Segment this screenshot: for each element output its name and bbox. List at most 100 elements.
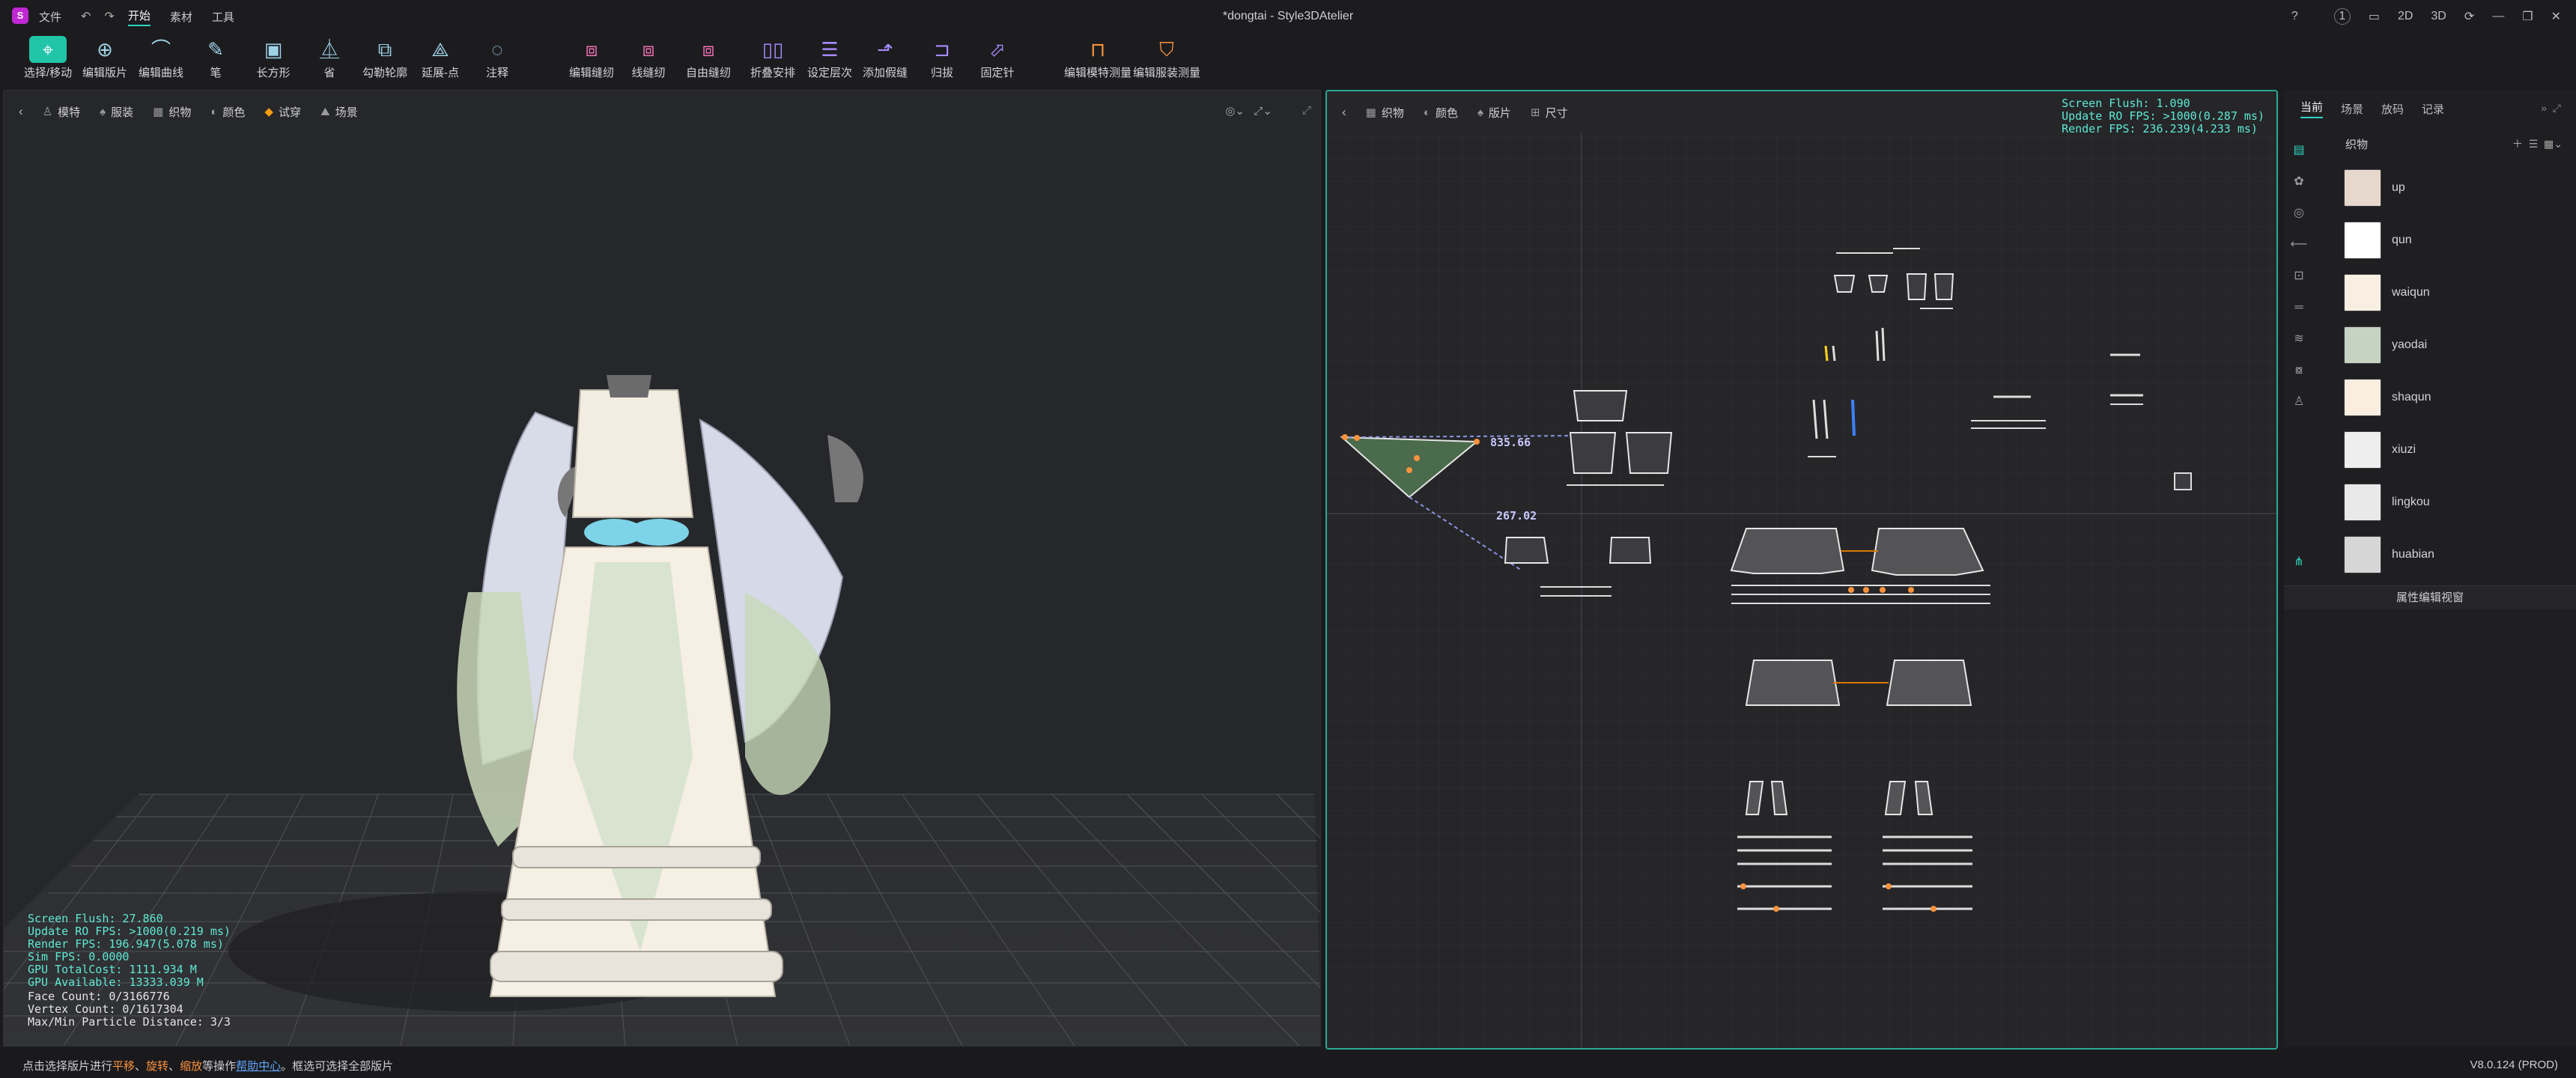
tab-current[interactable]: 当前 <box>2300 99 2324 118</box>
tool-edit-pattern[interactable]: ⊕ 编辑版片 <box>75 33 135 82</box>
status-bar: 点击选择版片进行 平移、旋转、缩放 等操作 帮助中心 。框选可选择全部版片 <box>0 1053 2576 1078</box>
notification-badge[interactable]: 1 <box>2316 8 2351 25</box>
line-sewing-icon: ⧈ <box>642 38 655 61</box>
mesh-stats-3d: Face Count: 0/3166776 Vertex Count: 0/16… <box>28 990 231 1029</box>
set-layer-icon: ☰ <box>821 38 839 61</box>
rectangle-icon: ▣ <box>264 38 283 61</box>
list-item[interactable]: huabian <box>2344 529 2569 581</box>
tool-trace-outline[interactable]: ⧉ 勾勒轮廓 <box>355 33 415 82</box>
help-icon[interactable]: ? <box>2291 10 2298 23</box>
help-center-link[interactable]: 帮助中心 <box>236 1058 281 1074</box>
refresh-icon[interactable]: ⟳ <box>2464 9 2474 24</box>
menu-bar: 文件 ↶ ↷ 开始 素材 工具 <box>39 0 254 33</box>
fabric-swatch <box>2344 274 2381 311</box>
fabric-swatch <box>2344 431 2381 469</box>
side-panel: 当前 场景 放码 记录 » ⤢ ▤ ✿ ◎ ⟵ ⊡ ═ ≋ ⧇ ♙ 织物 ＋ ☰… <box>2284 90 2576 1047</box>
viewport-3d[interactable]: ‹ ♙模特 ♠服装 ▦织物 ◐颜色 ◆试穿 ⛰场景 ◎⌄ ⤢⌄ ⤢ <box>3 90 1321 1047</box>
version-label: V8.0.124 (PROD) <box>2470 1059 2558 1071</box>
tool-annotation[interactable]: ◌ 注释 <box>467 33 527 82</box>
property-editor-header: 属性编辑视窗 <box>2284 585 2576 609</box>
undo-icon[interactable]: ↶ <box>81 9 91 24</box>
tool-pin[interactable]: ⬀ 固定针 <box>967 33 1027 82</box>
list-item[interactable]: xiuzi <box>2344 424 2569 476</box>
fabric-list-icon[interactable]: ▤ <box>2284 135 2314 166</box>
list-item[interactable]: up <box>2344 162 2569 214</box>
view-2d-button[interactable]: 2D <box>2398 10 2413 23</box>
side-icon-column: ▤ ✿ ◎ ⟵ ⊡ ═ ≋ ⧇ ♙ <box>2284 135 2314 659</box>
tab-history[interactable]: 记录 <box>2422 101 2444 117</box>
tool-select-move[interactable]: ⌖ 选择/移动 <box>18 33 78 82</box>
tool-edit-avatar-measure[interactable]: ⊓ 编辑模特测量 <box>1063 33 1132 82</box>
fabric-swatch <box>2344 222 2381 259</box>
tool-dart[interactable]: ⏅ 省 <box>300 33 359 82</box>
list-item[interactable]: shaqun <box>2344 371 2569 424</box>
node-graph-icon[interactable]: ⋔ <box>2284 554 2314 569</box>
maximize-icon[interactable]: ❐ <box>2522 9 2533 24</box>
fabric-actions[interactable]: ＋ ☰ ▦⌄ <box>2512 136 2563 151</box>
menu-file[interactable]: 文件 <box>39 9 61 25</box>
fold-arrange-icon: ▯▯ <box>762 38 784 61</box>
tool-edit-garment-measure[interactable]: ⛉ 编辑服装测量 <box>1132 33 1201 82</box>
menu-tools[interactable]: 工具 <box>212 9 234 25</box>
title-bar: S 文件 ↶ ↷ 开始 素材 工具 *dongtai - Style3DAtel… <box>0 0 2576 33</box>
button-icon[interactable]: ◎ <box>2284 198 2314 229</box>
material-icon[interactable]: ✿ <box>2284 166 2314 198</box>
tool-extend-point[interactable]: ⟁ 延展-点 <box>410 33 470 82</box>
edit-curve-icon: ⌒ <box>151 38 171 61</box>
render-stats-3d: Screen Flush: 27.860 Update RO FPS: >100… <box>28 912 231 989</box>
annotation-icon: ◌ <box>491 38 503 61</box>
edit-pattern-icon: ⊕ <box>97 38 113 61</box>
measure-label-b: 267.02 <box>1496 509 1537 523</box>
tool-fold-arrange[interactable]: ▯▯ 折叠安排 <box>743 33 803 82</box>
fabric-section-title: 织物 <box>2345 138 2369 151</box>
fabric-swatch <box>2344 169 2381 207</box>
fabric-swatch <box>2344 536 2381 573</box>
edit-avatar-measure-icon: ⊓ <box>1090 38 1106 61</box>
tool-line-sewing[interactable]: ⧈ 线缝纫 <box>619 33 678 82</box>
tool-add-tack[interactable]: ⬏ 添加假缝 <box>855 33 915 82</box>
tool-free-sewing[interactable]: ⧈ 自由缝纫 <box>678 33 738 82</box>
extend-point-icon: ⟁ <box>431 38 449 61</box>
close-icon[interactable]: ✕ <box>2551 9 2561 24</box>
edit-garment-measure-icon: ⛉ <box>1159 38 1174 61</box>
fabric-swatch <box>2344 379 2381 416</box>
fabric-swatch <box>2344 484 2381 521</box>
menu-material[interactable]: 素材 <box>170 9 192 25</box>
binding-icon[interactable]: ⧇ <box>2284 355 2314 386</box>
app-window: S 文件 ↶ ↷ 开始 素材 工具 *dongtai - Style3DAtel… <box>0 0 2576 1078</box>
topstitch-icon[interactable]: ⟵ <box>2284 229 2314 261</box>
list-item[interactable]: lingkou <box>2344 476 2569 529</box>
tool-shrink-stretch[interactable]: ⊐ 归拔 <box>912 33 972 82</box>
pattern-canvas: 835.66 267.02 <box>1327 133 2276 1048</box>
pen-icon: ✎ <box>207 38 224 61</box>
tool-edit-curve[interactable]: ⌒ 编辑曲线 <box>131 33 191 82</box>
garment-3d-model <box>457 375 863 997</box>
document-title: *dongtai - Style3DAtelier <box>1222 10 1354 22</box>
tool-edit-sewing[interactable]: ⧈ 编辑缝纫 <box>562 33 622 82</box>
viewport-2d[interactable]: ‹ ▦ 织物 ◐ 颜色 ♠ 版片 ⊞ 尺寸 Screen Flush: 1.090 Up… <box>1325 90 2278 1050</box>
tab-scene[interactable]: 场景 <box>2341 101 2363 117</box>
trim-icon[interactable]: ═ <box>2284 292 2314 323</box>
edit-sewing-icon: ⧈ <box>585 38 598 61</box>
tool-pen[interactable]: ✎ 笔 <box>186 33 246 82</box>
trace-outline-icon: ⧉ <box>377 38 392 61</box>
list-item[interactable]: waiqun <box>2344 267 2569 319</box>
view-3d-button[interactable]: 3D <box>2431 10 2446 23</box>
minimize-icon[interactable]: — <box>2492 10 2504 23</box>
layout-split-icon[interactable]: ▭ <box>2369 9 2380 24</box>
zipper-icon[interactable]: ≋ <box>2284 323 2314 355</box>
main-toolbar: ⌖ 选择/移动 ⊕ 编辑版片 ⌒ 编辑曲线 ✎ 笔 ▣ 长方形 ⏅ 省 ⧉ 勾勒轮廓 ⟁ 延展-… <box>0 33 2576 82</box>
select-move-icon: ⌖ <box>29 36 67 63</box>
list-item[interactable]: yaodai <box>2344 319 2569 371</box>
collapse-panel-icon[interactable]: » ⤢ <box>2541 102 2561 115</box>
graphic-icon[interactable]: ⊡ <box>2284 261 2314 292</box>
menu-start[interactable]: 开始 <box>127 7 151 26</box>
free-sewing-icon: ⧈ <box>702 38 715 61</box>
tool-set-layer[interactable]: ☰ 设定层次 <box>800 33 860 82</box>
tab-grading[interactable]: 放码 <box>2381 101 2404 117</box>
fabric-list: up qun waiqun yaodai shaqun xiuzi lingko… <box>2344 162 2569 581</box>
avatar-list-icon[interactable]: ♙ <box>2284 386 2314 418</box>
tool-rectangle[interactable]: ▣ 长方形 <box>243 33 303 82</box>
redo-icon[interactable]: ↷ <box>104 9 114 24</box>
list-item[interactable]: qun <box>2344 214 2569 267</box>
